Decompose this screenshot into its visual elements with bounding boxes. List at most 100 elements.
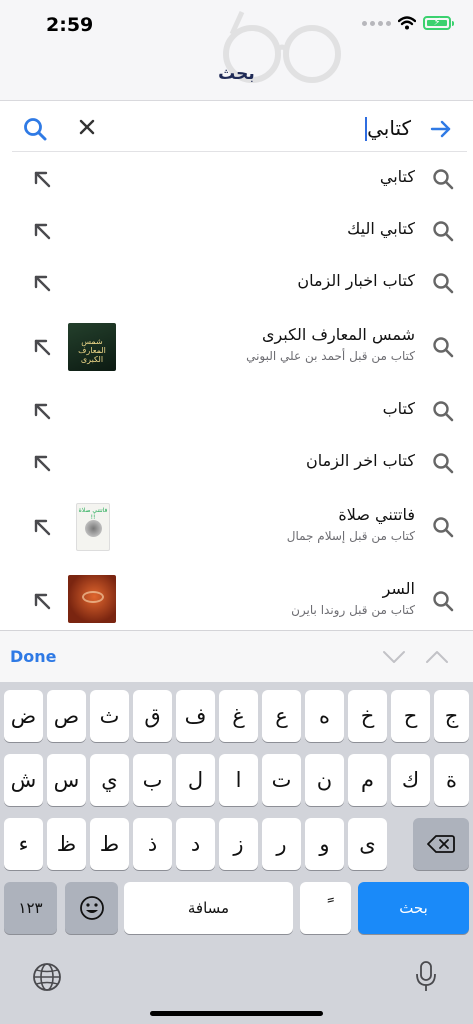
arrow-up-left-icon[interactable] [32,221,52,241]
suggestion-row[interactable]: فاتتني صلاة !! فاتتني صلاة كتاب من قبل إ… [0,489,473,565]
key[interactable]: ج [434,690,469,742]
suggestion-row[interactable]: شمس المعارف الكبرى شمس المعارف الكبرى كت… [0,309,473,385]
search-icon [433,273,454,294]
suggestion-row[interactable]: كتاب اخبار الزمان [0,257,473,309]
search-input[interactable]: كتابي [367,116,411,140]
suggestion-title: شمس المعارف الكبرى [261,325,415,344]
page-title: بحث [218,64,255,84]
arrow-up-left-icon[interactable] [32,337,52,357]
key[interactable]: ت [262,754,301,806]
book-cover [68,575,116,623]
arrow-up-left-icon[interactable] [32,273,52,293]
key[interactable]: ض [4,690,43,742]
suggestion-list: كتابي كتابي اليك كتاب اخبار الزمان شمس ا… [0,153,473,641]
chevron-down-icon[interactable] [382,647,406,667]
key[interactable]: ي [90,754,129,806]
search-key[interactable]: بحث [358,882,469,934]
key[interactable]: ح [391,690,430,742]
suggestion-title: كتاب اخبار الزمان [297,271,415,290]
book-cover: فاتتني صلاة !! [76,503,110,551]
key[interactable]: ء [4,818,43,870]
arrow-up-left-icon[interactable] [32,453,52,473]
key[interactable]: ط [90,818,129,870]
cover-art [85,520,102,537]
emoji-icon [79,896,104,920]
status-time: 2:59 [46,14,94,36]
status-icons: ⚡ [362,16,454,30]
key[interactable]: ن [305,754,344,806]
search-icon[interactable] [22,116,48,142]
suggestion-subtitle: كتاب من قبل إسلام جمال [286,529,415,543]
arrow-up-left-icon[interactable] [32,591,52,611]
suggestion-title: فاتتني صلاة [338,505,415,524]
suggestion-title: السر [382,579,415,598]
search-icon [433,591,454,612]
search-icon [433,401,454,422]
search-icon [433,221,454,242]
key[interactable]: ز [219,818,258,870]
delete-key[interactable] [413,818,469,870]
clear-icon[interactable] [76,116,98,138]
search-icon [433,517,454,538]
key[interactable]: ا [219,754,258,806]
delete-icon [427,835,455,853]
key[interactable]: ى [348,818,387,870]
suggestion-subtitle: كتاب من قبل أحمد بن علي البوني [246,349,415,363]
search-icon [433,169,454,190]
emoji-key[interactable] [65,882,118,934]
tanween-key[interactable]: ً [300,882,351,934]
done-button[interactable]: Done [10,647,57,666]
cover-art [82,591,104,603]
key[interactable]: ص [47,690,86,742]
suggestion-title: كتابي [379,167,415,186]
key[interactable]: غ [219,690,258,742]
space-key[interactable]: مسافة [124,882,293,934]
arrow-up-left-icon[interactable] [32,401,52,421]
key[interactable]: ش [4,754,43,806]
chevron-up-icon[interactable] [425,647,449,667]
key[interactable]: ل [176,754,215,806]
arrow-up-left-icon[interactable] [32,169,52,189]
key[interactable]: ع [262,690,301,742]
arrow-up-left-icon[interactable] [32,517,52,537]
key[interactable]: س [47,754,86,806]
top-bar: 2:59 ⚡ بحث [0,0,473,101]
keyboard-accessory-bar: Done [0,630,473,682]
key[interactable]: خ [348,690,387,742]
arrow-right-icon[interactable] [429,117,453,141]
key[interactable]: ف [176,690,215,742]
suggestion-title: كتاب اخر الزمان [305,451,415,470]
search-icon [433,453,454,474]
key[interactable]: م [348,754,387,806]
key[interactable]: ة [434,754,469,806]
key[interactable]: ب [133,754,172,806]
suggestion-title: كتابي اليك [347,219,415,238]
globe-icon[interactable] [32,962,62,992]
key[interactable]: ق [133,690,172,742]
key[interactable]: ه [305,690,344,742]
suggestion-row[interactable]: كتابي اليك [0,205,473,257]
suggestion-row[interactable]: كتاب [0,385,473,437]
key[interactable]: ث [90,690,129,742]
key[interactable]: د [176,818,215,870]
cover-title: شمس المعارف الكبرى [78,337,106,364]
book-cover: شمس المعارف الكبرى [68,323,116,371]
microphone-icon[interactable] [414,960,438,994]
battery-icon: ⚡ [423,16,454,30]
suggestion-row[interactable]: كتابي [0,153,473,205]
suggestion-row[interactable]: كتاب اخر الزمان [0,437,473,489]
key[interactable]: ر [262,818,301,870]
key[interactable]: ك [391,754,430,806]
suggestion-subtitle: كتاب من قبل روندا بايرن [291,603,415,617]
key[interactable]: ذ [133,818,172,870]
numbers-key[interactable]: ١٢٣ [4,882,57,934]
home-indicator [150,1011,323,1016]
key[interactable]: و [305,818,344,870]
suggestion-title: كتاب [382,399,415,418]
keyboard: ض ص ث ق ف غ ع ه خ ح ج ش س ي ب ل ا ت ن م … [0,682,473,1024]
cover-title: فاتتني صلاة !! [78,507,108,521]
search-icon [433,337,454,358]
key[interactable]: ظ [47,818,86,870]
signal-icon [362,20,391,26]
wifi-icon [398,16,416,30]
